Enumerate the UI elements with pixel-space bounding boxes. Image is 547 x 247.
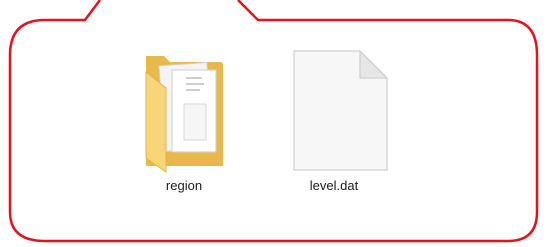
file-name-label: level.dat <box>309 178 359 193</box>
file-name-label: region <box>165 178 203 193</box>
document-icon <box>293 50 388 171</box>
file-level-dat[interactable]: level.dat <box>274 48 394 198</box>
folder-icon <box>145 56 223 173</box>
folder-region[interactable]: region <box>124 48 244 198</box>
explorer-view: region level.dat <box>0 0 547 247</box>
